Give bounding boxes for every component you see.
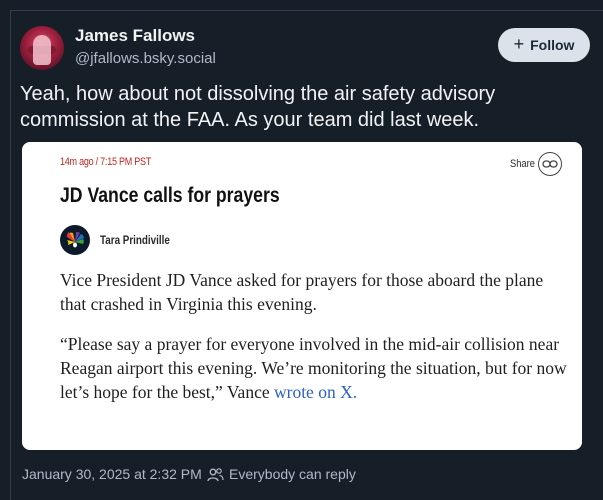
share-button: Share bbox=[510, 152, 572, 178]
share-label: Share bbox=[510, 158, 535, 170]
article-author: Tara Prindiville bbox=[100, 233, 170, 247]
nbc-logo-icon bbox=[60, 225, 90, 255]
article-paragraph-quote: “Please say a prayer for everyone involv… bbox=[60, 332, 570, 404]
embedded-screenshot[interactable]: 14m ago / 7:15 PM PST Share JD Vance cal… bbox=[22, 142, 582, 450]
article-headline: JD Vance calls for prayers bbox=[60, 184, 280, 207]
avatar[interactable] bbox=[20, 26, 64, 70]
reply-setting-label: Everybody can reply bbox=[229, 466, 356, 482]
post-text: Yeah, how about not dissolving the air s… bbox=[20, 83, 496, 131]
author-name[interactable]: James Fallows bbox=[75, 26, 195, 46]
article-paragraph: Vice President JD Vance asked for prayer… bbox=[60, 270, 544, 314]
follow-button[interactable]: + Follow bbox=[498, 28, 590, 62]
follow-label: Follow bbox=[530, 37, 575, 53]
reply-setting[interactable]: Everybody can reply bbox=[207, 466, 356, 482]
people-icon bbox=[207, 467, 224, 482]
link-icon bbox=[538, 152, 562, 176]
wrote-on-x-link: wrote on X. bbox=[273, 382, 358, 402]
post-header: James Fallows @jfallows.bsky.social + Fo… bbox=[20, 20, 590, 72]
article-meta: 14m ago / 7:15 PM PST bbox=[60, 156, 152, 168]
post-timestamp: January 30, 2025 at 2:32 PM bbox=[22, 466, 202, 482]
avatar-figure bbox=[33, 35, 51, 65]
plus-icon: + bbox=[513, 34, 525, 54]
author-handle[interactable]: @jfallows.bsky.social bbox=[75, 50, 216, 67]
post-footer: January 30, 2025 at 2:32 PM Everybody ca… bbox=[22, 466, 356, 484]
